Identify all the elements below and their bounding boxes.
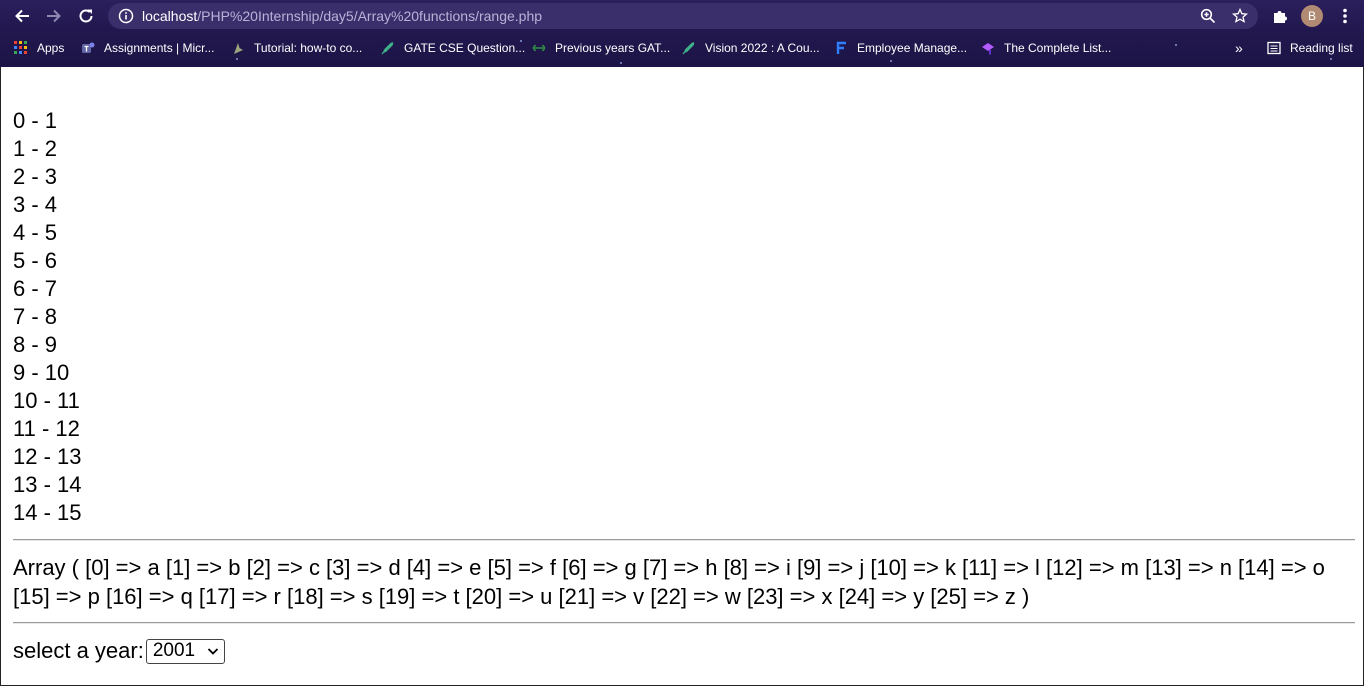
- bookmark-label: Apps: [37, 41, 65, 55]
- bookmark-previous-years[interactable]: Previous years GAT...: [532, 39, 670, 57]
- tutorial-icon: [234, 43, 243, 54]
- puzzle-icon: [1274, 11, 1287, 23]
- kebab-menu-icon: [1343, 8, 1347, 24]
- page-content: 0 - 1 1 - 2 2 - 3 3 - 4 4 - 5 5 - 6 6 - 7 7 - 8…: [0, 67, 1364, 686]
- zoom-icon[interactable]: [1200, 8, 1216, 24]
- bookmark-label: Assignments | Micr...: [104, 41, 215, 55]
- range-line: 10 - 11: [13, 388, 80, 413]
- range-output: 0 - 1 1 - 2 2 - 3 3 - 4 4 - 5 5 - 6 6 - 7 7 - 8…: [13, 107, 82, 527]
- hat-icon: [982, 43, 994, 55]
- arrow-left-icon: [15, 9, 29, 23]
- gfg-icon: [532, 44, 546, 52]
- range-line: 11 - 12: [13, 416, 80, 441]
- profile-avatar[interactable]: B: [1301, 5, 1323, 27]
- year-select-value: 2001: [152, 640, 196, 661]
- range-line: 9 - 10: [13, 360, 70, 385]
- bookmark-tutorial[interactable]: Tutorial: how-to co...: [231, 39, 362, 57]
- bookmark-label: The Complete List...: [1004, 41, 1112, 55]
- bookmark-label: Previous years GAT...: [555, 41, 671, 55]
- range-line: 12 - 13: [13, 444, 82, 469]
- range-line: 14 - 15: [13, 500, 82, 525]
- bookmark-complete-list[interactable]: The Complete List...: [981, 39, 1111, 57]
- bookmark-assignments[interactable]: Assignments | Micr...: [81, 39, 214, 57]
- reload-button[interactable]: [74, 4, 98, 28]
- bookmark-apps[interactable]: Apps: [14, 39, 64, 57]
- chevron-down-icon: [207, 648, 218, 655]
- bookmark-employee-manage[interactable]: Employee Manage...: [834, 39, 967, 57]
- url-text[interactable]: localhost/PHP%20Internship/day5/Array%20…: [142, 8, 542, 24]
- url-path: /PHP%20Internship/day5/Array%20functions…: [197, 8, 543, 24]
- bookmark-gate-cse[interactable]: GATE CSE Question...: [381, 39, 525, 57]
- range-line: 5 - 6: [13, 248, 58, 273]
- year-label: select a year:: [13, 638, 144, 663]
- year-selector-row: select a year: 2001: [13, 638, 225, 664]
- bookmarks-bar: Apps Assignments | Micr... Tutorial: how…: [0, 34, 1364, 62]
- apps-grid-icon: [14, 41, 27, 54]
- range-line: 7 - 8: [13, 304, 58, 329]
- bookmark-label: Employee Manage...: [857, 41, 968, 55]
- chevron-double-right-icon: »: [1235, 40, 1243, 56]
- url-host: localhost: [142, 8, 198, 24]
- bookmark-vision-2022[interactable]: Vision 2022 : A Cou...: [682, 39, 820, 57]
- range-line: 6 - 7: [13, 276, 58, 301]
- back-button[interactable]: [10, 4, 34, 28]
- range-line: 8 - 9: [13, 332, 58, 357]
- reading-list-button[interactable]: Reading list: [1267, 39, 1353, 57]
- arrow-right-icon: [47, 9, 61, 23]
- teams-icon: [82, 42, 95, 53]
- array-dump: Array ( [0] => a [1] => b [2] => c [3] =…: [13, 555, 1325, 609]
- year-select[interactable]: 2001: [145, 638, 225, 664]
- reading-list-label: Reading list: [1290, 41, 1353, 55]
- reload-icon: [79, 9, 93, 23]
- range-line: 0 - 1: [13, 108, 58, 133]
- bookmark-label: Vision 2022 : A Cou...: [705, 41, 820, 55]
- info-icon[interactable]: [118, 8, 134, 24]
- range-line: 4 - 5: [13, 220, 58, 245]
- extensions-button[interactable]: [1268, 4, 1292, 28]
- bookmark-label: Tutorial: how-to co...: [254, 41, 363, 55]
- theme-star: [620, 62, 622, 64]
- toolbar: localhost/PHP%20Internship/day5/Array%20…: [0, 0, 1364, 32]
- rocket-icon: [381, 42, 394, 55]
- bookmark-label: GATE CSE Question...: [404, 41, 526, 55]
- range-line: 3 - 4: [13, 192, 58, 217]
- bookmark-star-icon[interactable]: [1232, 8, 1248, 24]
- f-logo-icon: [836, 41, 846, 54]
- forward-button[interactable]: [42, 4, 66, 28]
- horizontal-rule: [13, 539, 1355, 541]
- range-line: 1 - 2: [13, 136, 58, 161]
- bookmarks-overflow-button[interactable]: »: [1235, 39, 1243, 57]
- horizontal-rule: [13, 622, 1355, 624]
- reading-list-icon: [1267, 41, 1281, 55]
- range-line: 2 - 3: [13, 164, 58, 189]
- rocket-icon: [682, 42, 695, 55]
- browser-chrome: localhost/PHP%20Internship/day5/Array%20…: [0, 0, 1364, 67]
- address-bar[interactable]: localhost/PHP%20Internship/day5/Array%20…: [108, 3, 1258, 29]
- menu-button[interactable]: [1333, 4, 1357, 28]
- range-line: 13 - 14: [13, 472, 82, 497]
